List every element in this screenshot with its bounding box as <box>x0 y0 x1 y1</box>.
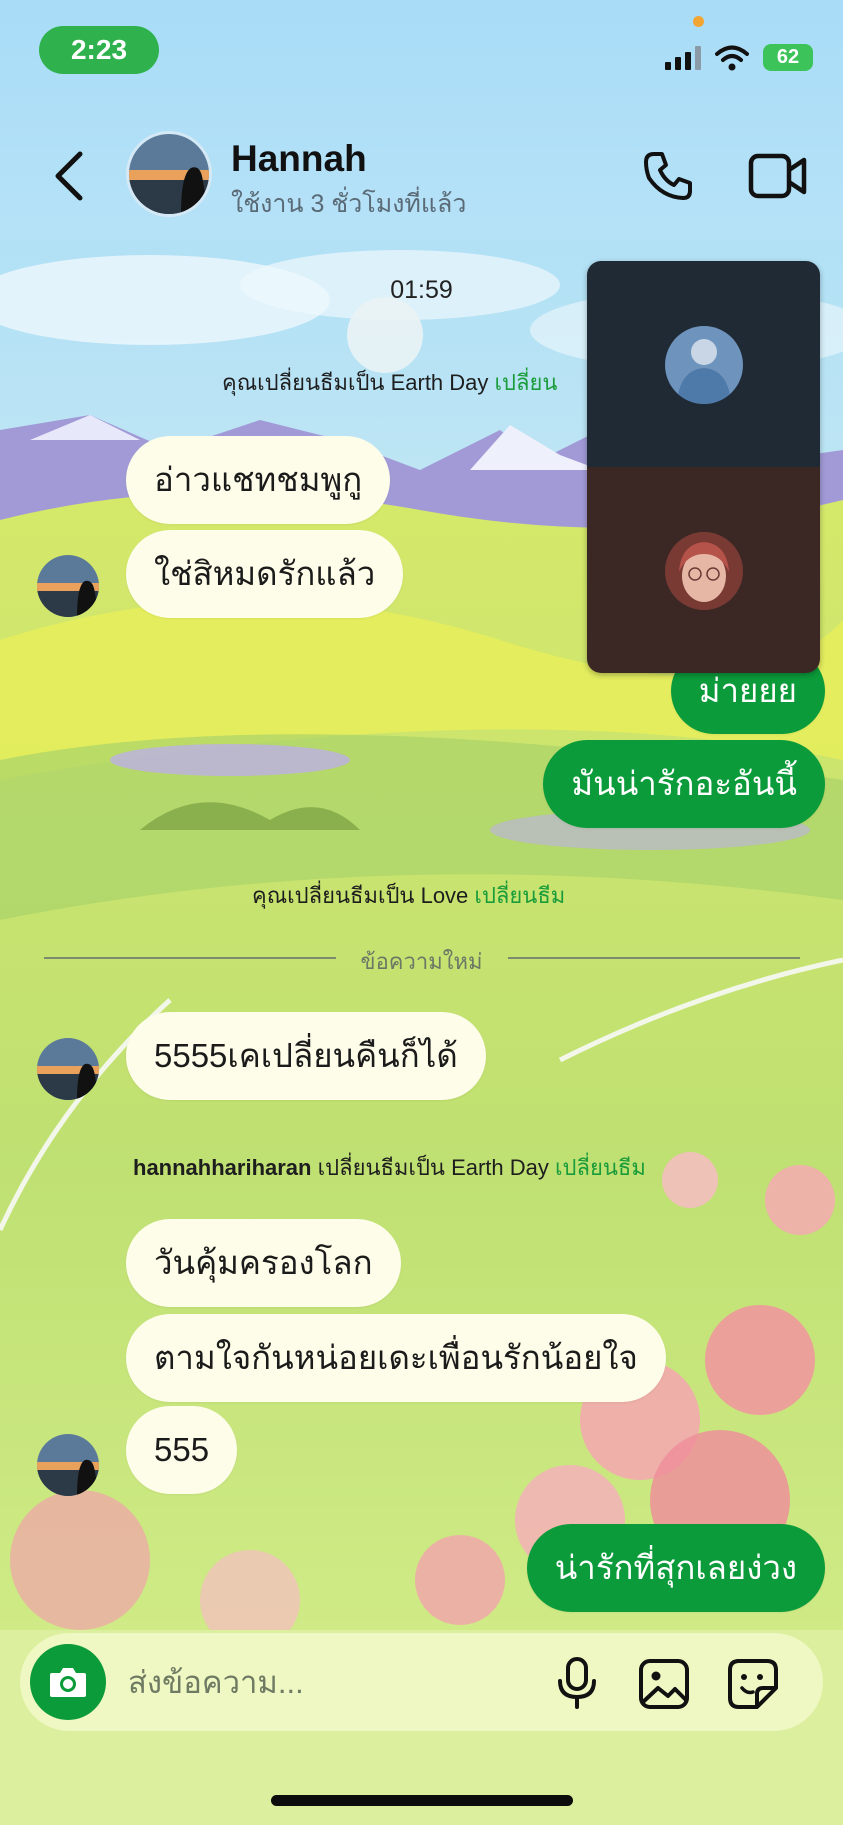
camera-icon <box>50 1668 86 1697</box>
contact-name[interactable]: Hannah <box>231 138 367 180</box>
incoming-message[interactable]: อ่าวแชทชมพูกู <box>126 436 391 524</box>
remote-participant-avatar <box>665 326 743 404</box>
phone-call-icon[interactable] <box>640 148 696 204</box>
change-theme-link[interactable]: เปลี่ยนธีม <box>555 1155 646 1180</box>
change-theme-link[interactable]: เปลี่ยน <box>495 370 558 395</box>
incoming-message[interactable]: 5555เคเปลี่ยนคืนก็ได้ <box>126 1012 486 1100</box>
remote-participant-tile[interactable] <box>587 261 820 467</box>
incoming-message[interactable]: ตามใจกันหน่อยเดะเพื่อนรักน้อยใจ <box>126 1314 666 1402</box>
privacy-indicator-dot <box>693 16 704 27</box>
battery-indicator: 62 <box>763 44 813 71</box>
change-theme-link[interactable]: เปลี่ยนธีม <box>474 883 565 908</box>
self-view-tile[interactable] <box>587 467 820 673</box>
sender-avatar[interactable] <box>37 555 99 617</box>
outgoing-message[interactable]: มันน่ารักอะอันนี้ <box>543 740 825 828</box>
message-composer <box>20 1633 823 1731</box>
signal-icon <box>665 45 701 70</box>
incoming-message[interactable]: 555 <box>126 1406 238 1494</box>
system-message: คุณเปลี่ยนธีมเป็น Love เปลี่ยนธีม <box>252 883 566 908</box>
status-icons: 62 <box>665 44 813 71</box>
incoming-message[interactable]: ใช่สิหมดรักแล้ว <box>126 530 404 618</box>
video-call-pip[interactable] <box>587 261 820 673</box>
video-call-icon[interactable] <box>748 150 808 202</box>
status-time: 2:23 <box>39 26 159 74</box>
sender-avatar[interactable] <box>37 1434 99 1496</box>
system-message: hannahhariharan เปลี่ยนธีมเป็น Earth Day… <box>133 1155 646 1180</box>
outgoing-message[interactable]: น่ารักที่สุกเลยง่วง <box>526 1524 825 1612</box>
microphone-icon[interactable] <box>552 1657 602 1709</box>
back-chevron-icon[interactable] <box>50 148 90 204</box>
chat-header: 2:23 62 Hannah ใช้งาน 3 ชั่วโมงที่แล้ว <box>0 0 843 240</box>
wifi-icon <box>715 45 749 70</box>
self-view-avatar <box>665 532 743 610</box>
gallery-icon[interactable] <box>638 1658 690 1710</box>
new-messages-label: ข้อความใหม่ <box>360 949 483 974</box>
presence-status: ใช้งาน 3 ชั่วโมงที่แล้ว <box>231 190 467 218</box>
contact-avatar[interactable] <box>126 131 212 217</box>
system-message: คุณเปลี่ยนธีมเป็น Earth Day เปลี่ยน <box>222 370 558 395</box>
sticker-icon[interactable] <box>727 1658 779 1710</box>
camera-button[interactable] <box>30 1644 106 1720</box>
incoming-message[interactable]: วันคุ้มครองโลก <box>126 1219 401 1307</box>
message-input[interactable] <box>126 1655 530 1711</box>
home-indicator[interactable] <box>271 1795 573 1806</box>
sender-avatar[interactable] <box>37 1038 99 1100</box>
